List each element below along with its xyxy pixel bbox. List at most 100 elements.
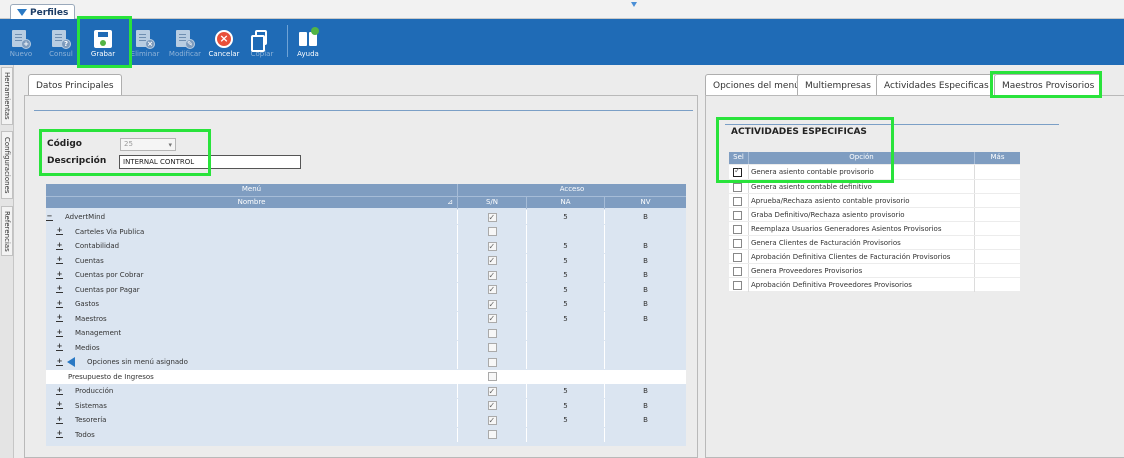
list-item[interactable]: Aprueba/Rechaza asiento contable proviso…: [729, 193, 1020, 208]
column-nv[interactable]: NV: [604, 197, 686, 209]
sn-checkbox[interactable]: [487, 283, 497, 297]
sn-checkbox[interactable]: [487, 343, 497, 352]
mas-cell[interactable]: [974, 236, 1020, 250]
expand-icon[interactable]: +: [56, 285, 63, 293]
sn-checkbox[interactable]: [487, 430, 497, 439]
mas-cell[interactable]: [974, 194, 1020, 208]
chevron-down-icon[interactable]: ▾: [168, 140, 172, 151]
table-row[interactable]: + Management: [46, 326, 686, 341]
expand-icon[interactable]: +: [56, 357, 63, 366]
mas-cell[interactable]: [974, 165, 1020, 179]
expand-icon[interactable]: +: [56, 270, 63, 279]
sort-icon[interactable]: ⊿: [447, 197, 453, 208]
codigo-combo[interactable]: 25 ▾: [120, 138, 176, 151]
mas-cell[interactable]: [974, 208, 1020, 222]
help-button[interactable]: Ayuda: [293, 19, 323, 65]
table-row[interactable]: + Gastos 5B: [46, 297, 686, 312]
copy-button[interactable]: Copiar: [247, 19, 277, 65]
side-tab-configuraciones[interactable]: Configuraciones: [1, 131, 13, 199]
list-item[interactable]: Graba Definitivo/Rechaza asiento proviso…: [729, 207, 1020, 222]
mas-cell[interactable]: [974, 278, 1020, 292]
column-opcion[interactable]: Opción: [748, 152, 974, 164]
tab-actividades-especificas[interactable]: Actividades Especificas: [876, 74, 997, 96]
window-tab-perfiles[interactable]: Perfiles: [10, 4, 76, 20]
column-sel[interactable]: Sel: [729, 152, 748, 164]
sn-checkbox[interactable]: [487, 328, 497, 338]
expand-icon[interactable]: +: [56, 299, 63, 308]
column-sn[interactable]: S/N: [457, 197, 526, 209]
sel-checkbox[interactable]: [733, 266, 742, 276]
list-item[interactable]: Genera asiento contable provisorio: [729, 165, 1020, 179]
table-row[interactable]: + Cuentas por Pagar 5B: [46, 282, 686, 297]
list-item[interactable]: Aprobación Definitiva Proveedores Provis…: [729, 277, 1020, 292]
list-item[interactable]: Genera asiento contable definitivo: [729, 179, 1020, 194]
new-button[interactable]: + Nuevo: [6, 19, 36, 65]
table-row[interactable]: + Medios: [46, 340, 686, 356]
table-row[interactable]: + Sistemas 5B: [46, 398, 686, 413]
column-mas[interactable]: Más: [974, 152, 1020, 164]
table-row[interactable]: + Maestros 5B: [46, 311, 686, 326]
sn-checkbox[interactable]: [487, 269, 497, 283]
table-row[interactable]: + Tesorería 5B: [46, 413, 686, 428]
column-nombre[interactable]: Nombre ⊿: [46, 197, 457, 209]
table-row[interactable]: + Cuentas 5B: [46, 253, 686, 268]
collapse-icon[interactable]: −: [46, 212, 53, 221]
list-item[interactable]: Reemplaza Usuarios Generadores Asientos …: [729, 221, 1020, 236]
sel-checkbox[interactable]: [733, 196, 742, 206]
list-item[interactable]: Aprobación Definitiva Clientes de Factur…: [729, 249, 1020, 264]
expand-icon[interactable]: +: [56, 430, 63, 438]
mas-cell[interactable]: [974, 222, 1020, 236]
sel-checkbox[interactable]: [733, 224, 742, 234]
cancel-button[interactable]: × Cancelar: [206, 19, 242, 65]
sel-checkbox[interactable]: [733, 252, 742, 262]
sn-checkbox[interactable]: [487, 240, 497, 254]
expand-icon[interactable]: +: [56, 227, 63, 235]
sel-checkbox[interactable]: [733, 182, 742, 192]
sel-checkbox[interactable]: [733, 238, 742, 248]
save-button[interactable]: Grabar: [86, 19, 120, 65]
table-row[interactable]: + Carteles Via Publica: [46, 224, 686, 240]
descripcion-input[interactable]: INTERNAL CONTROL: [119, 155, 301, 169]
expand-icon[interactable]: +: [56, 256, 63, 264]
sn-checkbox[interactable]: [487, 357, 497, 367]
tab-opciones-menu[interactable]: Opciones del menú: [705, 74, 808, 96]
sn-checkbox[interactable]: [487, 372, 497, 381]
query-button[interactable]: ? Consul: [46, 19, 76, 65]
tab-datos-principales[interactable]: Datos Principales: [28, 74, 122, 96]
table-row[interactable]: Presupuesto de Ingresos: [46, 369, 686, 384]
expand-icon[interactable]: +: [56, 241, 63, 250]
sn-checkbox[interactable]: [487, 399, 497, 413]
tab-multiempresas[interactable]: Multiempresas: [797, 74, 879, 96]
sn-checkbox[interactable]: [487, 227, 497, 236]
list-item[interactable]: Genera Proveedores Provisorios: [729, 263, 1020, 278]
table-row[interactable]: + Contabilidad 5B: [46, 239, 686, 254]
sel-checkbox[interactable]: [733, 166, 742, 177]
expand-icon[interactable]: +: [56, 415, 63, 424]
expand-icon[interactable]: +: [56, 401, 63, 409]
mas-cell[interactable]: [974, 180, 1020, 194]
table-row[interactable]: + Todos: [46, 427, 686, 443]
sn-checkbox[interactable]: [487, 385, 497, 399]
sn-checkbox[interactable]: [487, 211, 497, 225]
column-na[interactable]: NA: [526, 197, 604, 209]
table-row[interactable]: + Producción 5B: [46, 384, 686, 399]
side-tab-referencias[interactable]: Referencias: [1, 206, 13, 256]
sel-checkbox[interactable]: [733, 210, 742, 220]
sn-checkbox[interactable]: [487, 254, 497, 268]
table-row[interactable]: + Cuentas por Cobrar 5B: [46, 268, 686, 283]
expand-icon[interactable]: +: [56, 328, 63, 337]
list-item[interactable]: Genera Clientes de Facturación Provisori…: [729, 235, 1020, 250]
mas-cell[interactable]: [974, 250, 1020, 264]
sn-checkbox[interactable]: [487, 414, 497, 428]
sel-checkbox[interactable]: [733, 280, 742, 290]
delete-button[interactable]: × Eliminar: [128, 19, 162, 65]
side-tab-herramientas[interactable]: Herramientas: [1, 67, 13, 125]
expand-icon[interactable]: +: [56, 386, 63, 395]
expand-icon[interactable]: +: [56, 314, 63, 322]
sn-checkbox[interactable]: [487, 298, 497, 312]
sn-checkbox[interactable]: [487, 312, 497, 326]
edit-button[interactable]: ✎ Modificar: [166, 19, 204, 65]
table-row[interactable]: + Opciones sin menú asignado: [46, 355, 686, 370]
mas-cell[interactable]: [974, 264, 1020, 278]
tab-maestros-provisorios[interactable]: Maestros Provisorios: [994, 74, 1103, 96]
